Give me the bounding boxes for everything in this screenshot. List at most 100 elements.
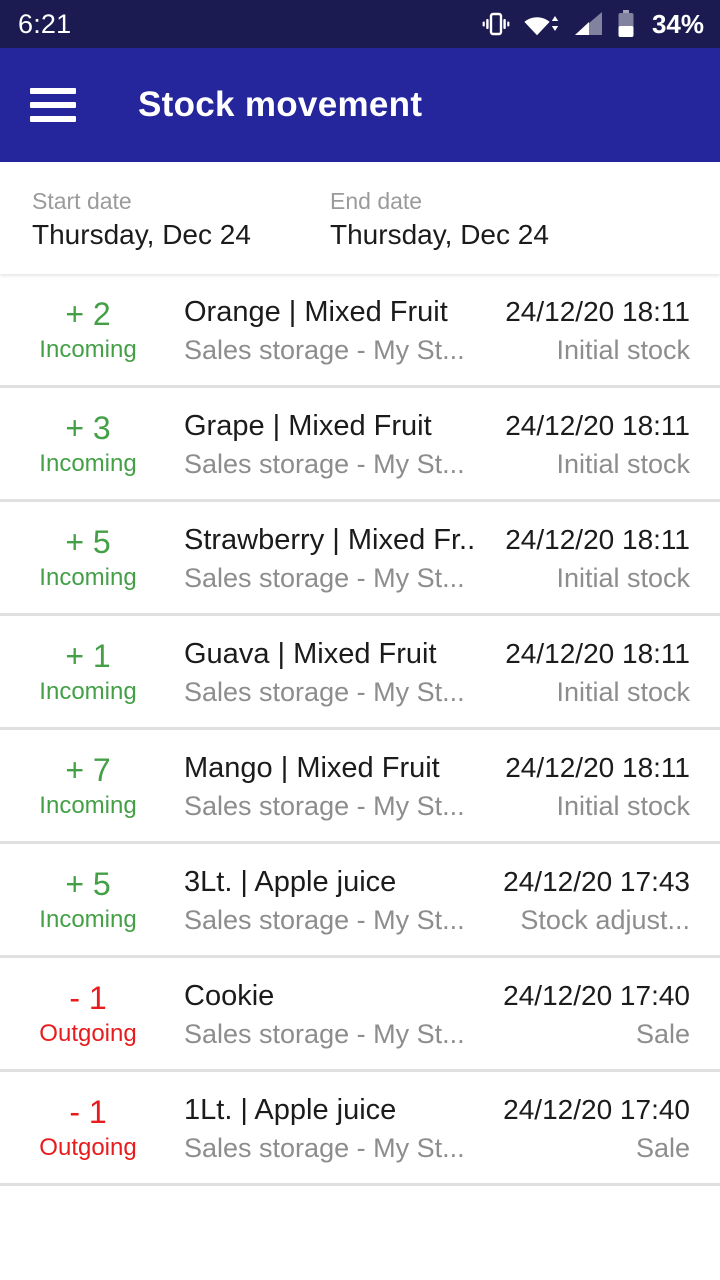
meta-column: 24/12/20 18:11 Initial stock xyxy=(488,634,720,710)
stock-movement-row[interactable]: - 1 Outgoing 1Lt. | Apple juice Sales stora… xyxy=(0,1072,720,1186)
quantity-column: + 5 Incoming xyxy=(0,864,184,936)
meta-column: 24/12/20 18:11 Initial stock xyxy=(488,292,720,368)
date-range-bar: Start date Thursday, Dec 24 End date Thu… xyxy=(0,162,720,274)
meta-column: 24/12/20 17:43 Stock adjust... xyxy=(488,862,720,938)
product-name: Cookie xyxy=(184,979,275,1012)
storage-location: Sales storage - My St... xyxy=(184,562,465,593)
stock-movement-row[interactable]: - 1 Outgoing Cookie Sales storage - My St..… xyxy=(0,958,720,1072)
product-column: Mango | Mixed Fruit Sales storage - My St… xyxy=(184,748,488,824)
quantity-column: - 1 Outgoing xyxy=(0,978,184,1050)
end-date-label: End date xyxy=(330,188,423,214)
stock-movement-row[interactable]: + 2 Incoming Orange | Mixed Fruit Sales sto… xyxy=(0,274,720,388)
movement-datetime: 24/12/20 18:11 xyxy=(505,751,690,783)
movement-datetime: 24/12/20 18:11 xyxy=(505,523,690,555)
quantity-column: + 1 Incoming xyxy=(0,636,184,708)
vibrate-icon xyxy=(482,11,510,37)
storage-location: Sales storage - My St... xyxy=(184,1132,465,1163)
product-column: Cookie Sales storage - My St... xyxy=(184,976,488,1052)
movement-direction: Incoming xyxy=(39,449,137,477)
product-name: 3Lt. | Apple juice xyxy=(184,865,397,898)
movement-direction: Incoming xyxy=(39,905,137,933)
start-date-field[interactable]: Start date Thursday, Dec 24 xyxy=(0,186,330,253)
battery-icon xyxy=(617,10,635,38)
movement-direction: Incoming xyxy=(39,563,137,591)
movement-reason: Initial stock xyxy=(556,790,690,821)
movement-datetime: 24/12/20 18:11 xyxy=(505,409,690,441)
meta-column: 24/12/20 17:40 Sale xyxy=(488,976,720,1052)
meta-column: 24/12/20 18:11 Initial stock xyxy=(488,748,720,824)
product-column: Orange | Mixed Fruit Sales storage - My S… xyxy=(184,292,488,368)
movement-datetime: 24/12/20 17:40 xyxy=(503,979,690,1011)
movement-quantity: - 1 xyxy=(69,979,107,1016)
quantity-column: + 5 Incoming xyxy=(0,522,184,594)
movement-datetime: 24/12/20 17:40 xyxy=(503,1093,690,1125)
stock-movement-list[interactable]: + 2 Incoming Orange | Mixed Fruit Sales sto… xyxy=(0,274,720,1280)
product-column: 1Lt. | Apple juice Sales storage - My St.… xyxy=(184,1090,488,1166)
status-bar-icons: 34% xyxy=(482,9,704,40)
movement-reason: Sale xyxy=(635,1132,690,1163)
product-name: Orange | Mixed Fruit xyxy=(184,295,448,328)
movement-reason: Initial stock xyxy=(556,676,690,707)
storage-location: Sales storage - My St... xyxy=(184,790,465,821)
movement-quantity: + 3 xyxy=(65,409,111,446)
status-bar: 6:21 34% xyxy=(0,0,720,48)
quantity-column: + 2 Incoming xyxy=(0,294,184,366)
product-column: Strawberry | Mixed Fr... Sales storage - … xyxy=(184,520,488,596)
product-name: Mango | Mixed Fruit xyxy=(184,751,440,784)
hamburger-bar xyxy=(30,116,76,122)
hamburger-bar xyxy=(30,102,76,108)
phone-screen: 6:21 34% Stock movement Start date Thurs… xyxy=(0,0,720,1280)
page-title: Stock movement xyxy=(138,85,423,124)
movement-quantity: + 7 xyxy=(65,751,111,788)
movement-quantity: + 2 xyxy=(65,295,111,332)
movement-direction: Outgoing xyxy=(39,1019,137,1047)
movement-quantity: + 5 xyxy=(65,523,111,560)
movement-datetime: 24/12/20 17:43 xyxy=(503,865,690,897)
start-date-value: Thursday, Dec 24 xyxy=(32,219,251,250)
start-date-label: Start date xyxy=(32,188,132,214)
storage-location: Sales storage - My St... xyxy=(184,334,465,365)
hamburger-menu-icon[interactable] xyxy=(30,88,76,122)
product-column: Guava | Mixed Fruit Sales storage - My St… xyxy=(184,634,488,710)
storage-location: Sales storage - My St... xyxy=(184,676,465,707)
quantity-column: + 7 Incoming xyxy=(0,750,184,822)
battery-percent-label: 34% xyxy=(651,8,704,39)
movement-direction: Incoming xyxy=(39,335,137,363)
movement-reason: Sale xyxy=(635,1018,690,1049)
movement-quantity: - 1 xyxy=(69,1093,107,1130)
storage-location: Sales storage - My St... xyxy=(184,1018,465,1049)
movement-quantity: + 5 xyxy=(65,865,111,902)
movement-direction: Incoming xyxy=(39,677,137,705)
storage-location: Sales storage - My St... xyxy=(184,448,465,479)
movement-datetime: 24/12/20 18:11 xyxy=(505,295,690,327)
stock-movement-row[interactable]: + 7 Incoming Mango | Mixed Fruit Sales stor… xyxy=(0,730,720,844)
hamburger-bar xyxy=(30,88,76,94)
movement-reason: Stock adjust... xyxy=(520,904,690,935)
stock-movement-row[interactable]: + 3 Incoming Grape | Mixed Fruit Sales stor… xyxy=(0,388,720,502)
status-bar-clock: 6:21 xyxy=(18,8,72,39)
stock-movement-row[interactable]: + 1 Incoming Guava | Mixed Fruit Sales stor… xyxy=(0,616,720,730)
movement-reason: Initial stock xyxy=(556,334,690,365)
quantity-column: + 3 Incoming xyxy=(0,408,184,480)
movement-reason: Initial stock xyxy=(556,448,690,479)
cellular-signal-icon xyxy=(574,11,604,37)
end-date-value: Thursday, Dec 24 xyxy=(330,219,549,250)
product-column: Grape | Mixed Fruit Sales storage - My St… xyxy=(184,406,488,482)
storage-location: Sales storage - My St... xyxy=(184,904,465,935)
meta-column: 24/12/20 17:40 Sale xyxy=(488,1090,720,1166)
product-name: 1Lt. | Apple juice xyxy=(184,1093,397,1126)
stock-movement-row[interactable]: + 5 Incoming 3Lt. | Apple juice Sales stora… xyxy=(0,844,720,958)
end-date-field[interactable]: End date Thursday, Dec 24 xyxy=(330,186,549,253)
stock-movement-row[interactable]: + 5 Incoming Strawberry | Mixed Fr... Sales… xyxy=(0,502,720,616)
product-name: Grape | Mixed Fruit xyxy=(184,409,432,442)
wifi-icon xyxy=(523,11,561,37)
movement-reason: Initial stock xyxy=(556,562,690,593)
product-name: Strawberry | Mixed Fr... xyxy=(184,523,474,556)
movement-direction: Incoming xyxy=(39,791,137,819)
quantity-column: - 1 Outgoing xyxy=(0,1092,184,1164)
movement-direction: Outgoing xyxy=(39,1133,137,1161)
product-column: 3Lt. | Apple juice Sales storage - My St.… xyxy=(184,862,488,938)
movement-datetime: 24/12/20 18:11 xyxy=(505,637,690,669)
product-name: Guava | Mixed Fruit xyxy=(184,637,437,670)
app-bar: Stock movement xyxy=(0,48,720,162)
